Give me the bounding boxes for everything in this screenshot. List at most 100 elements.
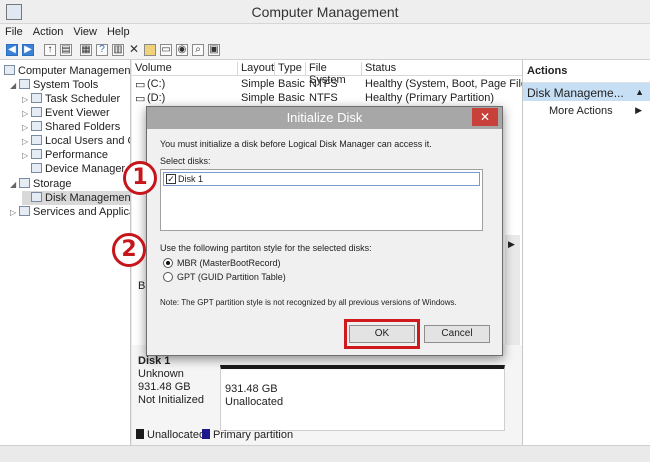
select-disks-label: Select disks: (160, 156, 211, 166)
ok-button[interactable]: OK (349, 325, 415, 343)
column-volume[interactable]: Volume (132, 62, 238, 76)
dialog-title: Initialize Disk ✕ (147, 107, 502, 129)
menu-help[interactable]: Help (102, 24, 135, 40)
status-bar (0, 445, 650, 462)
window-title: Computer Management (251, 4, 399, 20)
back-icon[interactable]: ◀ (6, 44, 18, 56)
tree-device-manager[interactable]: Device Manager (31, 162, 125, 176)
partition-state: Unallocated (225, 396, 284, 408)
performance-icon (31, 149, 42, 159)
column-type[interactable]: Type (275, 62, 306, 76)
tools-icon (19, 79, 30, 89)
tree-disk-management[interactable]: Disk Management (22, 191, 130, 205)
vertical-scrollbar[interactable]: ▶ (505, 235, 520, 345)
unallocated-partition[interactable]: 931.48 GB Unallocated (220, 365, 505, 431)
disk-1-checkbox[interactable]: ✓ (166, 174, 176, 184)
export-icon[interactable]: ▭ (160, 44, 172, 56)
volume-list-header: Volume Layout Type File System Status (132, 60, 522, 86)
expand-arrow-icon[interactable]: ▷ (22, 93, 31, 107)
expand-arrow-icon[interactable]: ▷ (22, 121, 31, 135)
refresh-icon[interactable]: ▥ (112, 44, 124, 56)
expand-arrow-icon[interactable]: ▷ (10, 206, 19, 220)
title-bar: Computer Management (0, 0, 650, 24)
column-layout[interactable]: Layout (238, 62, 275, 76)
column-file-system[interactable]: File System (306, 62, 362, 86)
disk-kind: Unknown (138, 368, 184, 380)
storage-icon (19, 178, 30, 188)
actions-pane: Actions Disk Manageme... ▲ More Actions … (522, 60, 650, 445)
gpt-label[interactable]: GPT (GUID Partition Table) (177, 272, 286, 282)
partition-size: 931.48 GB (225, 383, 278, 395)
disk-info[interactable]: Disk 1 Unknown 931.48 GB Not Initialized (138, 355, 204, 407)
gpt-radio[interactable] (163, 272, 173, 282)
up-icon[interactable]: ↑ (44, 44, 56, 56)
mbr-radio[interactable] (163, 258, 173, 268)
dialog-message: You must initialize a disk before Logica… (160, 139, 432, 149)
expand-arrow-icon[interactable]: ▷ (22, 149, 31, 163)
shared-folder-icon (31, 121, 42, 131)
initialize-disk-dialog: Initialize Disk ✕ You must initialize a … (146, 106, 503, 356)
console-tree-icon[interactable]: ▤ (60, 44, 72, 56)
table-row[interactable]: ▭ (C:) Simple Basic NTFS Healthy (System… (132, 78, 522, 92)
primary-swatch (202, 429, 210, 439)
tree-storage[interactable]: ◢ Storage (10, 177, 72, 191)
actions-header: Actions (523, 60, 650, 83)
disk-list: ✓ Disk 1 (160, 169, 483, 231)
dialog-body: You must initialize a disk before Logica… (147, 129, 502, 355)
forward-icon[interactable]: ▶ (22, 44, 34, 56)
menu-view[interactable]: View (68, 24, 102, 40)
submenu-arrow-icon: ▶ (635, 105, 642, 115)
legend-primary: Primary partition (202, 429, 293, 441)
disk-list-item[interactable]: ✓ Disk 1 (163, 172, 480, 186)
disk-state: Not Initialized (138, 394, 205, 406)
scroll-right-icon[interactable]: ▶ (508, 239, 515, 250)
tree-shared-folders[interactable]: ▷ Shared Folders (22, 120, 120, 134)
properties-icon[interactable]: ▦ (80, 44, 92, 56)
partition-style-label: Use the following partiton style for the… (160, 243, 372, 253)
menu-action[interactable]: Action (28, 24, 69, 40)
toolbar: ◀ ▶ ↑ ▤ ▦ ? ▥ ✕ ▭ ◉ ⌕ ▣ (0, 42, 650, 60)
collapse-arrow-icon[interactable]: ◢ (10, 178, 19, 192)
services-icon (19, 206, 30, 216)
more-actions[interactable]: More Actions ▶ (523, 101, 650, 121)
step-2-callout: 2 (112, 233, 146, 267)
table-row[interactable]: ▭ (D:) Simple Basic NTFS Healthy (Primar… (132, 92, 522, 106)
volume-icon: ▭ (135, 79, 146, 91)
search-icon[interactable]: ⌕ (192, 44, 204, 56)
expand-arrow-icon[interactable]: ▷ (22, 135, 31, 149)
tree-event-viewer[interactable]: ▷ Event Viewer (22, 106, 110, 120)
menu-file[interactable]: File (0, 24, 28, 40)
gpt-note: Note: The GPT partition style is not rec… (160, 298, 457, 307)
actions-disk-management[interactable]: Disk Manageme... ▲ (523, 83, 650, 101)
tree-task-scheduler[interactable]: ▷ Task Scheduler (22, 92, 120, 106)
mbr-label[interactable]: MBR (MasterBootRecord) (177, 258, 281, 268)
tree-root[interactable]: Computer Management (4, 64, 130, 78)
expand-arrow-icon[interactable]: ▷ (22, 107, 31, 121)
tree-services[interactable]: ▷ Services and Applicat (10, 205, 130, 220)
view-icon[interactable]: ▣ (208, 44, 220, 56)
legend-unallocated: Unallocated (136, 429, 205, 441)
disk-management-icon (31, 192, 42, 202)
disk-icon[interactable]: ◉ (176, 44, 188, 56)
disk-name: Disk 1 (138, 355, 171, 367)
close-button[interactable]: ✕ (472, 108, 498, 126)
collapse-arrow-icon[interactable]: ◢ (10, 79, 19, 93)
step-1-callout: 1 (123, 161, 157, 195)
device-manager-icon (31, 163, 42, 173)
help-icon[interactable]: ? (96, 44, 108, 56)
clock-icon (31, 93, 42, 103)
disk-size: 931.48 GB (138, 381, 191, 393)
computer-icon (4, 65, 15, 75)
tree-performance[interactable]: ▷ Performance (22, 148, 108, 162)
users-icon (31, 135, 42, 145)
volume-icon: ▭ (135, 93, 146, 105)
delete-icon[interactable]: ✕ (128, 43, 140, 56)
unallocated-swatch (136, 429, 144, 439)
event-viewer-icon (31, 107, 42, 117)
collapse-up-icon[interactable]: ▲ (635, 87, 644, 97)
folder-icon[interactable] (144, 44, 156, 56)
tree-system-tools[interactable]: ◢ System Tools (10, 78, 98, 92)
tree-local-users[interactable]: ▷ Local Users and Gr (22, 134, 130, 149)
column-status[interactable]: Status (362, 62, 522, 76)
cancel-button[interactable]: Cancel (424, 325, 490, 343)
